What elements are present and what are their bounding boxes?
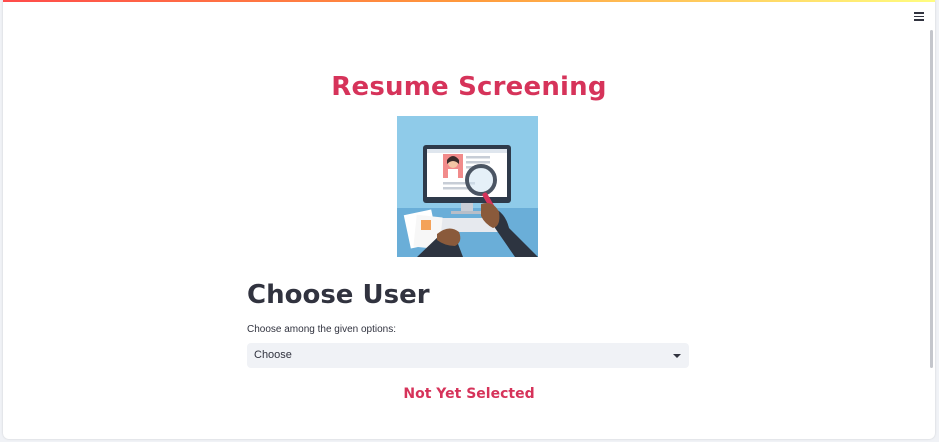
page-title: Resume Screening (331, 72, 607, 102)
section-heading: Choose User (247, 280, 430, 310)
user-select[interactable]: Choose (247, 343, 689, 368)
main-menu-button[interactable] (913, 8, 929, 24)
hamburger-menu-icon-line (914, 15, 924, 17)
top-decoration-bar (3, 0, 935, 2)
app-frame: Resume Screening Choose User Choose amon… (3, 0, 935, 439)
resume-search-illustration (397, 116, 538, 257)
select-label: Choose among the given options: (247, 324, 396, 335)
hamburger-menu-icon (914, 12, 924, 14)
select-value: Choose (254, 349, 292, 361)
selection-status: Not Yet Selected (403, 386, 535, 402)
chevron-down-icon (673, 354, 681, 358)
hamburger-menu-icon-line (914, 19, 924, 21)
